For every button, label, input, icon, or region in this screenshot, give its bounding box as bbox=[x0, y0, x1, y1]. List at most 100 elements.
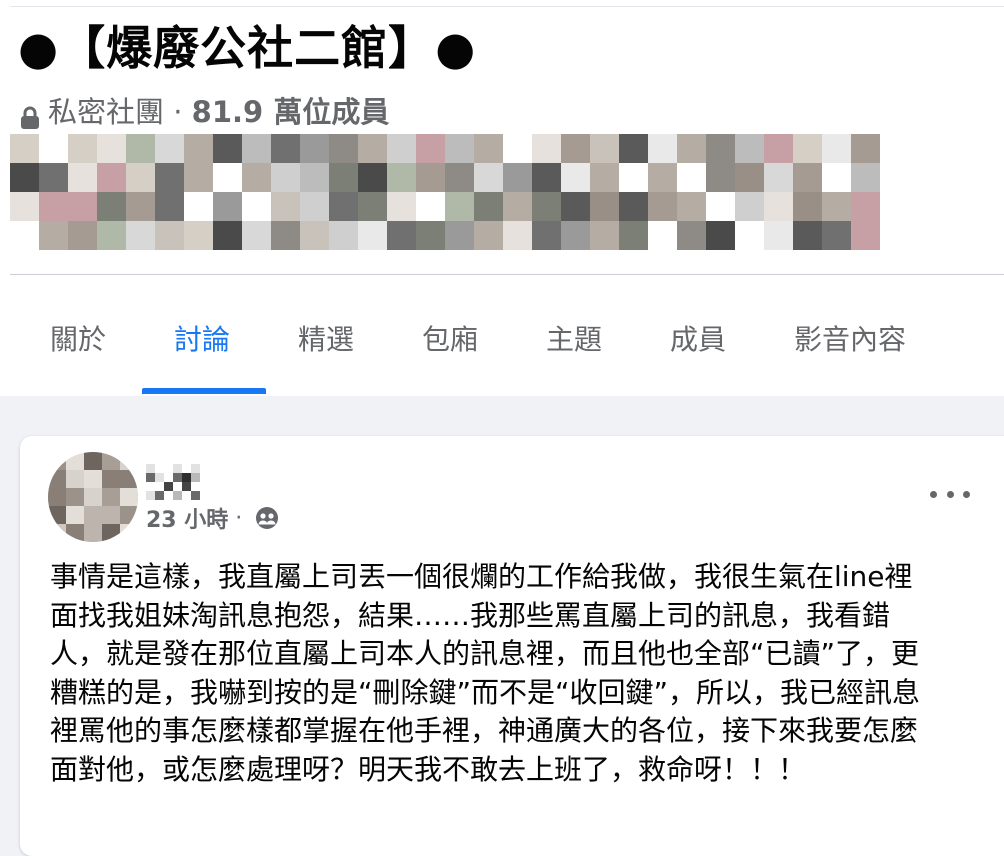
blur-pixel bbox=[68, 134, 97, 163]
blur-pixel bbox=[706, 221, 735, 250]
blur-pixel bbox=[822, 134, 851, 163]
top-divider bbox=[10, 6, 1004, 7]
tab-topics[interactable]: 主題 bbox=[546, 318, 602, 358]
blur-pixel bbox=[66, 452, 84, 470]
blur-pixel bbox=[126, 163, 155, 192]
blur-pixel bbox=[329, 163, 358, 192]
group-tabs: 關於 討論 精選 包廂 主題 成員 影音內容 bbox=[0, 300, 1004, 396]
blur-pixel bbox=[102, 506, 120, 524]
blur-pixel bbox=[66, 524, 84, 542]
blur-pixel bbox=[329, 221, 358, 250]
blur-pixel bbox=[474, 134, 503, 163]
blur-pixel bbox=[561, 192, 590, 221]
post-time[interactable]: 23 小時 bbox=[146, 502, 228, 534]
blur-pixel bbox=[242, 163, 271, 192]
blur-pixel bbox=[445, 163, 474, 192]
blur-pixel bbox=[735, 163, 764, 192]
blur-pixel bbox=[102, 470, 120, 488]
blur-pixel bbox=[503, 221, 532, 250]
post-meta: 23 小時 · bbox=[146, 502, 279, 534]
blur-pixel bbox=[242, 221, 271, 250]
blur-pixel bbox=[358, 163, 387, 192]
blur-pixel bbox=[735, 192, 764, 221]
blur-pixel bbox=[120, 524, 138, 542]
blur-pixel bbox=[851, 134, 880, 163]
blur-pixel bbox=[68, 221, 97, 250]
blur-pixel bbox=[300, 163, 329, 192]
blur-pixel bbox=[146, 473, 155, 482]
blur-pixel bbox=[84, 452, 102, 470]
post-body-line: 面找我姐妹淘訊息抱怨，結果……我那些罵直屬上司的訊息，我看錯 bbox=[50, 598, 891, 632]
more-options-icon[interactable] bbox=[930, 482, 970, 506]
blur-pixel bbox=[503, 192, 532, 221]
group-header: ●【爆廢公社二館】● 私密社團 · 81.9 萬位成員 關於 討論 精選 包廂 … bbox=[0, 0, 1004, 396]
blur-pixel bbox=[155, 491, 164, 500]
blur-pixel bbox=[764, 163, 793, 192]
blur-pixel bbox=[271, 221, 300, 250]
blur-pixel bbox=[793, 192, 822, 221]
blur-pixel bbox=[10, 134, 39, 163]
blur-pixel bbox=[191, 491, 200, 500]
blur-pixel bbox=[300, 192, 329, 221]
blur-pixel bbox=[39, 163, 68, 192]
blur-pixel bbox=[48, 524, 66, 542]
tab-rooms[interactable]: 包廂 bbox=[422, 318, 478, 358]
tab-featured[interactable]: 精選 bbox=[298, 318, 354, 358]
blur-pixel bbox=[97, 163, 126, 192]
blur-pixel bbox=[851, 163, 880, 192]
blur-pixel bbox=[242, 134, 271, 163]
blur-pixel bbox=[120, 506, 138, 524]
blur-pixel bbox=[416, 221, 445, 250]
tab-discussion[interactable]: 討論 bbox=[174, 318, 230, 358]
blur-pixel bbox=[532, 163, 561, 192]
blur-pixel bbox=[822, 221, 851, 250]
group-title[interactable]: ●【爆廢公社二館】● bbox=[18, 14, 476, 82]
blur-pixel bbox=[503, 163, 532, 192]
blur-pixel bbox=[213, 192, 242, 221]
blur-pixel bbox=[590, 163, 619, 192]
blur-pixel bbox=[445, 134, 474, 163]
blur-pixel bbox=[706, 134, 735, 163]
blur-pixel bbox=[97, 192, 126, 221]
blur-pixel bbox=[358, 221, 387, 250]
post-body-line: 裡罵他的事怎麼樣都掌握在他手裡，神通廣大的各位，接下來我要怎麼 bbox=[50, 714, 919, 747]
blur-pixel bbox=[126, 221, 155, 250]
blur-pixel bbox=[48, 452, 66, 470]
post-body-line: 面對他，或怎麼處理呀？明天我不敢去上班了，救命呀！！！ bbox=[50, 752, 807, 786]
privacy-label[interactable]: 私密社團 bbox=[48, 92, 164, 132]
blur-pixel bbox=[271, 192, 300, 221]
blur-pixel bbox=[387, 134, 416, 163]
tab-about[interactable]: 關於 bbox=[50, 318, 106, 358]
blur-pixel bbox=[445, 221, 474, 250]
blur-pixel bbox=[184, 221, 213, 250]
post-body: 事情是這樣，我直屬上司丟一個很爛的工作給我做，我很生氣在line裡 面找我姐妹淘… bbox=[50, 558, 980, 789]
blur-pixel bbox=[590, 134, 619, 163]
avatar[interactable] bbox=[48, 452, 138, 542]
blur-pixel bbox=[619, 192, 648, 221]
tab-media[interactable]: 影音內容 bbox=[794, 318, 906, 358]
blur-pixel bbox=[271, 134, 300, 163]
member-count[interactable]: 81.9 萬位成員 bbox=[192, 92, 390, 132]
meta-separator: · bbox=[228, 505, 250, 531]
blur-pixel bbox=[677, 221, 706, 250]
blur-pixel bbox=[735, 134, 764, 163]
tab-members[interactable]: 成員 bbox=[670, 318, 726, 358]
blur-pixel bbox=[387, 163, 416, 192]
blur-pixel bbox=[102, 524, 120, 542]
blur-pixel bbox=[416, 134, 445, 163]
group-members-icon bbox=[255, 506, 279, 530]
blur-pixel bbox=[706, 163, 735, 192]
blur-pixel bbox=[146, 491, 155, 500]
blur-pixel bbox=[66, 488, 84, 506]
blur-pixel bbox=[182, 482, 191, 491]
author-name-blurred[interactable] bbox=[146, 464, 202, 500]
blur-pixel bbox=[387, 192, 416, 221]
blur-pixel bbox=[155, 473, 164, 482]
blur-pixel bbox=[590, 192, 619, 221]
blur-pixel bbox=[793, 134, 822, 163]
member-avatars-blurred bbox=[10, 134, 880, 250]
blur-pixel bbox=[84, 488, 102, 506]
blur-pixel bbox=[84, 470, 102, 488]
blur-pixel bbox=[102, 488, 120, 506]
blur-pixel bbox=[300, 221, 329, 250]
